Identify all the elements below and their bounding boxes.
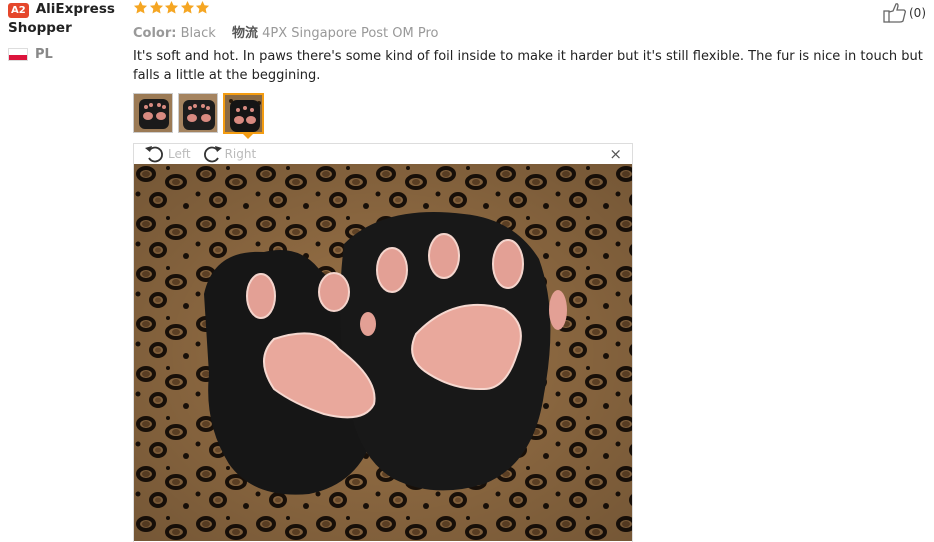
photo-thumbnail[interactable] <box>178 93 218 133</box>
photo-thumbnails <box>133 93 269 134</box>
poland-flag-icon <box>8 48 28 61</box>
shipping-key: 物流 <box>231 26 258 41</box>
shipping-value: 4PX Singapore Post OM Pro <box>262 26 439 41</box>
rotate-right-label: Right <box>224 147 257 161</box>
star-icon <box>164 0 179 14</box>
viewer-toolbar: Left Right × <box>134 144 632 164</box>
star-rating <box>133 0 211 15</box>
rotate-left-icon <box>145 146 163 163</box>
photo-thumbnail[interactable] <box>133 93 173 133</box>
star-icon <box>195 0 210 14</box>
thumbs-up-icon <box>883 3 906 23</box>
order-meta: Color: Black 物流 4PX Singapore Post OM Pr… <box>133 22 439 41</box>
review-text: It's soft and hot. In paws there's some … <box>133 49 923 83</box>
country-code: PL <box>35 47 53 62</box>
photo-thumbnail-active[interactable] <box>223 93 264 134</box>
review-photo <box>134 164 632 541</box>
user-name-line2: Shopper <box>8 20 72 36</box>
star-icon <box>180 0 194 14</box>
color-value: Black <box>180 26 216 41</box>
rotate-right-button[interactable]: Right <box>201 144 257 164</box>
rotate-left-label: Left <box>168 147 191 161</box>
photo-viewer: Left Right × <box>133 143 633 542</box>
star-icon <box>149 0 163 14</box>
rotate-right-icon <box>203 146 222 163</box>
user-country: PL <box>8 47 128 62</box>
close-icon[interactable]: × <box>609 146 622 162</box>
star-icon <box>133 0 148 14</box>
helpful-count: (0) <box>909 6 926 20</box>
reviewer-info: A2 AliExpress Shopper PL <box>8 0 128 62</box>
rotate-left-button[interactable]: Left <box>144 144 191 164</box>
user-name: AliExpress <box>35 1 115 17</box>
user-level-badge: A2 <box>8 3 29 18</box>
helpful-button[interactable]: (0) <box>883 2 926 24</box>
active-thumbnail-pointer <box>241 132 255 139</box>
color-key: Color: <box>133 26 177 41</box>
